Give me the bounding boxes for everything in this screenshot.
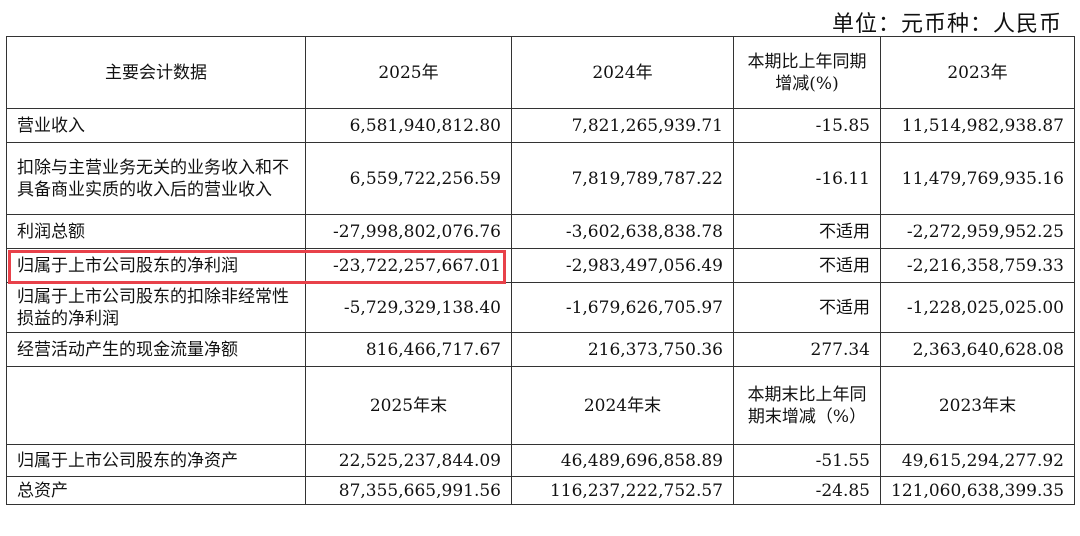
- value-change: -16.11: [733, 142, 881, 215]
- table-row: 经营活动产生的现金流量净额 816,466,717.67 216,373,750…: [6, 332, 1075, 367]
- subheader-col-change: 本期末比上年同期末增减（%）: [733, 366, 881, 445]
- value-2024: 116,237,222,752.57: [511, 476, 734, 505]
- row-label: 扣除与主营业务无关的业务收入和不具备商业实质的收入后的营业收入: [6, 142, 306, 215]
- value-2025: -5,729,329,138.40: [305, 282, 512, 333]
- header-col-2025: 2025年: [305, 36, 512, 109]
- value-2025: 6,581,940,812.80: [305, 108, 512, 143]
- header-col-2023: 2023年: [880, 36, 1075, 109]
- financial-data-table: 主要会计数据 2025年 2024年 本期比上年同期增减(%) 2023年 营业…: [6, 36, 1075, 505]
- value-2023: 49,615,294,277.92: [880, 444, 1075, 477]
- table-row: 扣除与主营业务无关的业务收入和不具备商业实质的收入后的营业收入 6,559,72…: [6, 142, 1075, 215]
- value-2025: 87,355,665,991.56: [305, 476, 512, 505]
- value-change: 不适用: [733, 214, 881, 249]
- row-label: 归属于上市公司股东的净利润: [6, 248, 306, 283]
- row-label: 经营活动产生的现金流量净额: [6, 332, 306, 367]
- value-2025: 22,525,237,844.09: [305, 444, 512, 477]
- table-row: 归属于上市公司股东的净资产 22,525,237,844.09 46,489,6…: [6, 444, 1075, 477]
- value-change: 不适用: [733, 282, 881, 333]
- value-2025: -23,722,257,667.01: [305, 248, 512, 283]
- table-row: 利润总额 -27,998,802,076.76 -3,602,638,838.7…: [6, 214, 1075, 249]
- table-subheader-row: 2025年末 2024年末 本期末比上年同期末增减（%） 2023年末: [6, 366, 1075, 445]
- header-col-2024: 2024年: [511, 36, 734, 109]
- header-col-item: 主要会计数据: [6, 36, 306, 109]
- row-label: 总资产: [6, 476, 306, 505]
- value-2024: -1,679,626,705.97: [511, 282, 734, 333]
- subheader-col-2023-end: 2023年末: [880, 366, 1075, 445]
- table-row-highlighted: 归属于上市公司股东的净利润 -23,722,257,667.01 -2,983,…: [6, 248, 1075, 283]
- value-2023: 121,060,638,399.35: [880, 476, 1075, 505]
- header-col-change: 本期比上年同期增减(%): [733, 36, 881, 109]
- subheader-col-item: [6, 366, 306, 445]
- row-label: 归属于上市公司股东的净资产: [6, 444, 306, 477]
- row-label: 利润总额: [6, 214, 306, 249]
- row-label: 归属于上市公司股东的扣除非经常性损益的净利润: [6, 282, 306, 333]
- value-2024: 46,489,696,858.89: [511, 444, 734, 477]
- value-2025: -27,998,802,076.76: [305, 214, 512, 249]
- value-2025: 6,559,722,256.59: [305, 142, 512, 215]
- subheader-col-2024-end: 2024年末: [511, 366, 734, 445]
- value-2024: -3,602,638,838.78: [511, 214, 734, 249]
- value-2024: 216,373,750.36: [511, 332, 734, 367]
- value-change: -24.85: [733, 476, 881, 505]
- value-2023: 11,479,769,935.16: [880, 142, 1075, 215]
- value-2025: 816,466,717.67: [305, 332, 512, 367]
- value-change: 不适用: [733, 248, 881, 283]
- value-2023: -1,228,025,025.00: [880, 282, 1075, 333]
- table-row: 归属于上市公司股东的扣除非经常性损益的净利润 -5,729,329,138.40…: [6, 282, 1075, 333]
- value-2023: -2,216,358,759.33: [880, 248, 1075, 283]
- value-2024: -2,983,497,056.49: [511, 248, 734, 283]
- unit-note: 单位：元币种：人民币: [831, 12, 1062, 37]
- value-2024: 7,819,789,787.22: [511, 142, 734, 215]
- table-header-row: 主要会计数据 2025年 2024年 本期比上年同期增减(%) 2023年: [6, 36, 1075, 109]
- table-row: 总资产 87,355,665,991.56 116,237,222,752.57…: [6, 476, 1075, 505]
- value-2024: 7,821,265,939.71: [511, 108, 734, 143]
- table-row: 营业收入 6,581,940,812.80 7,821,265,939.71 -…: [6, 108, 1075, 143]
- value-change: -51.55: [733, 444, 881, 477]
- value-2023: 11,514,982,938.87: [880, 108, 1075, 143]
- row-label: 营业收入: [6, 108, 306, 143]
- value-change: 277.34: [733, 332, 881, 367]
- subheader-col-2025-end: 2025年末: [305, 366, 512, 445]
- value-2023: -2,272,959,952.25: [880, 214, 1075, 249]
- value-2023: 2,363,640,628.08: [880, 332, 1075, 367]
- value-change: -15.85: [733, 108, 881, 143]
